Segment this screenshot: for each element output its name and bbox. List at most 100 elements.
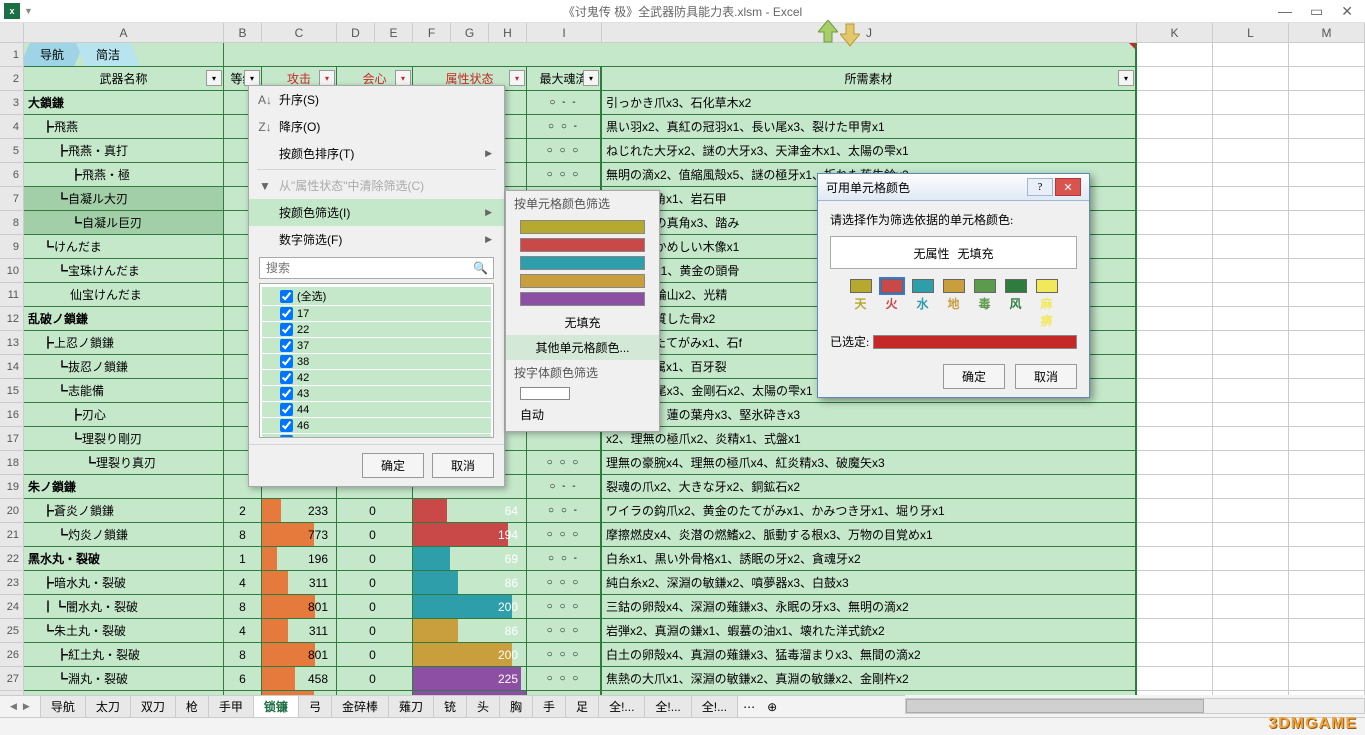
material-cell[interactable]: 白土の卵殻x4、真淵の薙鎌x3、猛毒溜まりx3、無間の滴x2 (602, 643, 1137, 667)
tab-add[interactable]: ⊕ (761, 698, 783, 716)
weapon-name[interactable]: ┗宝珠けんだま (24, 259, 224, 283)
max-cell[interactable]: ○ ○ ○ (527, 619, 602, 643)
filter-check-item[interactable]: 43 (262, 386, 491, 401)
dialog-help[interactable]: ? (1027, 178, 1053, 196)
filter-header[interactable]: 武器名称▾ (24, 67, 224, 91)
weapon-name[interactable]: 黑水丸・裂破 (24, 547, 224, 571)
max-cell[interactable]: ○ ○ ○ (527, 523, 602, 547)
minimize-button[interactable]: — (1278, 3, 1292, 20)
sheet-tab[interactable]: 弓 (298, 696, 332, 718)
max-cell[interactable]: ○ - - (527, 91, 602, 115)
col-header-I[interactable]: I (527, 23, 602, 43)
sheet-tab[interactable]: 太刀 (85, 696, 131, 718)
dialog-color-swatch[interactable] (912, 279, 934, 293)
col-header-C[interactable]: C (262, 23, 337, 43)
element-cell[interactable]: 64 (413, 499, 527, 523)
select-all-corner[interactable] (0, 23, 24, 43)
max-cell[interactable]: ○ ○ ○ (527, 163, 602, 187)
sheet-tab[interactable]: 全!... (598, 696, 645, 718)
color-swatch[interactable] (520, 238, 645, 252)
row-header[interactable]: 23 (0, 571, 24, 595)
dialog-close[interactable]: ✕ (1055, 178, 1081, 196)
max-cell[interactable]: ○ ○ - (527, 547, 602, 571)
row-header[interactable]: 2 (0, 67, 24, 91)
filter-dropdown[interactable]: ▾ (206, 70, 222, 86)
sort-by-color[interactable]: 按颜色排序(T)▶ (249, 140, 504, 167)
filter-cancel[interactable]: 取消 (432, 453, 494, 478)
sheet-tab[interactable]: 薙刀 (388, 696, 434, 718)
filter-dropdown[interactable]: ▾ (509, 70, 525, 86)
filter-check-item[interactable]: 37 (262, 338, 491, 353)
sheet-tab[interactable]: 手甲 (208, 696, 254, 718)
sheet-tab[interactable]: 枪 (175, 696, 209, 718)
dialog-color-swatch[interactable] (1005, 279, 1027, 293)
nav-button[interactable]: 导航 (24, 43, 84, 66)
element-cell[interactable]: 225 (413, 667, 527, 691)
col-header-H[interactable]: H (489, 23, 527, 43)
font-color-swatch[interactable] (520, 387, 570, 400)
dialog-color-swatch[interactable] (1036, 279, 1058, 293)
row-header[interactable]: 11 (0, 283, 24, 307)
row-header[interactable]: 7 (0, 187, 24, 211)
row-header[interactable]: 27 (0, 667, 24, 691)
filter-search-input[interactable] (259, 257, 494, 279)
filter-by-color[interactable]: 按颜色筛选(I)▶ (249, 199, 504, 226)
col-header-G[interactable]: G (451, 23, 489, 43)
crit-cell[interactable]: 0 (337, 523, 413, 547)
level-cell[interactable]: 8 (224, 595, 262, 619)
sort-desc[interactable]: Z↓降序(O) (249, 113, 504, 140)
element-cell[interactable]: 200 (413, 595, 527, 619)
col-header-J[interactable]: J (602, 23, 1137, 43)
col-header-A[interactable]: A (24, 23, 224, 43)
weapon-name[interactable]: ┗灼炎ノ鎖鎌 (24, 523, 224, 547)
row-header[interactable]: 12 (0, 307, 24, 331)
dialog-cancel[interactable]: 取消 (1015, 364, 1077, 389)
element-cell[interactable]: 86 (413, 571, 527, 595)
filter-ok[interactable]: 确定 (362, 453, 424, 478)
col-header-K[interactable]: K (1137, 23, 1213, 43)
auto-option[interactable]: 自动 (506, 402, 659, 427)
max-cell[interactable]: ○ ○ ○ (527, 595, 602, 619)
max-cell[interactable]: ○ ○ - (527, 115, 602, 139)
weapon-name[interactable]: ┗朱土丸・裂破 (24, 619, 224, 643)
filter-dropdown[interactable]: ▾ (395, 70, 411, 86)
dialog-ok[interactable]: 确定 (943, 364, 1005, 389)
weapon-name[interactable]: ┃┗闇水丸・裂破 (24, 595, 224, 619)
weapon-name[interactable]: ┣飛燕 (24, 115, 224, 139)
col-header-M[interactable]: M (1289, 23, 1365, 43)
close-button[interactable]: ✕ (1341, 3, 1353, 20)
row-header[interactable]: 3 (0, 91, 24, 115)
level-cell[interactable]: 2 (224, 499, 262, 523)
material-cell[interactable]: 理無の豪腕x4、理無の極爪x4、紅炎精x3、破魔矢x3 (602, 451, 1137, 475)
row-header[interactable]: 25 (0, 619, 24, 643)
row-header[interactable]: 4 (0, 115, 24, 139)
crit-cell[interactable]: 0 (337, 571, 413, 595)
weapon-name[interactable]: ┗理裂り真刃 (24, 451, 224, 475)
dialog-color-swatch[interactable] (943, 279, 965, 293)
row-header[interactable]: 14 (0, 355, 24, 379)
filter-checkbox-list[interactable]: (全选) 17 22 37 38 42 43 44 46 47 49 51 (259, 283, 494, 438)
attack-cell[interactable]: 458 (262, 667, 337, 691)
row-header[interactable]: 9 (0, 235, 24, 259)
level-cell[interactable]: 6 (224, 667, 262, 691)
material-cell[interactable]: 三鈷の卵殻x4、深淵の薙鎌x3、永眠の牙x3、無明の滴x2 (602, 595, 1137, 619)
attack-cell[interactable]: 233 (262, 499, 337, 523)
sheet-tab[interactable]: 金碎棒 (331, 696, 389, 718)
weapon-name[interactable]: ┗けんだま (24, 235, 224, 259)
row-header[interactable]: 24 (0, 595, 24, 619)
weapon-name[interactable]: ┣蒼炎ノ鎖鎌 (24, 499, 224, 523)
filter-check-item[interactable]: 17 (262, 306, 491, 321)
element-cell[interactable]: 69 (413, 547, 527, 571)
element-cell[interactable]: 194 (413, 523, 527, 547)
material-cell[interactable]: ねじれた大牙x2、謎の大牙x3、天津金木x1、太陽の雫x1 (602, 139, 1137, 163)
attack-cell[interactable]: 801 (262, 643, 337, 667)
filter-dropdown[interactable]: ▾ (1118, 70, 1134, 86)
weapon-name[interactable]: 仙宝けんだま (24, 283, 224, 307)
material-cell[interactable]: 引っかき爪x3、石化草木x2 (602, 91, 1137, 115)
row-header[interactable]: 16 (0, 403, 24, 427)
attack-cell[interactable]: 311 (262, 619, 337, 643)
color-swatch[interactable] (520, 220, 645, 234)
col-header-D[interactable]: D (337, 23, 375, 43)
weapon-name[interactable]: ┣刃心 (24, 403, 224, 427)
max-cell[interactable]: ○ ○ ○ (527, 139, 602, 163)
